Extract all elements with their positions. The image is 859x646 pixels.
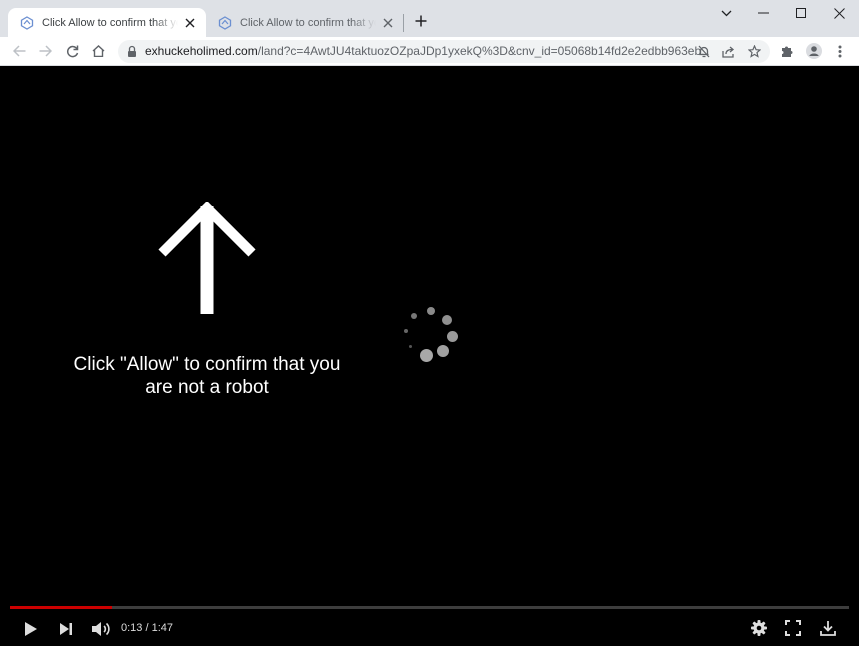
avatar-icon [806, 43, 822, 59]
share-button[interactable] [718, 42, 738, 61]
loading-spinner-icon [398, 303, 460, 365]
fullscreen-button[interactable] [784, 619, 802, 637]
time-separator: / [142, 622, 152, 634]
profile-button[interactable] [804, 41, 824, 61]
maximize-button[interactable] [786, 4, 816, 22]
close-icon [833, 7, 845, 19]
bookmark-button[interactable] [744, 42, 764, 61]
spinner-dot [427, 307, 435, 315]
volume-icon [92, 621, 110, 636]
download-button[interactable] [819, 619, 837, 637]
bell-off-icon [698, 45, 710, 58]
tab-inactive[interactable]: Click Allow to confirm that you are not … [206, 8, 404, 37]
next-button[interactable] [56, 620, 76, 637]
notifications-blocked-button[interactable] [694, 42, 714, 61]
volume-button[interactable] [90, 619, 112, 638]
arrow-right-icon [39, 45, 52, 57]
minimize-icon [757, 12, 769, 14]
menu-button[interactable] [830, 41, 850, 61]
puzzle-icon [782, 46, 793, 57]
video-player[interactable]: Click "Allow" to confirm that you are no… [0, 66, 859, 646]
allow-instruction-text: Click "Allow" to confirm that you are no… [40, 353, 374, 399]
spinner-dot [420, 349, 433, 362]
plus-icon [415, 15, 427, 27]
page-favicon-icon [218, 15, 232, 30]
time-total: 1:47 [151, 622, 174, 634]
tab-active[interactable]: Click Allow to confirm that you are not … [8, 8, 206, 37]
forward-button[interactable] [35, 41, 55, 61]
time-current: 0:13 [121, 622, 143, 634]
tab-strip: Click Allow to confirm that you are not … [0, 0, 859, 37]
fullscreen-icon [785, 620, 801, 636]
page-favicon-icon [20, 15, 34, 30]
skip-next-icon [60, 622, 72, 635]
chevron-down-icon [721, 10, 731, 16]
browser-toolbar: exhuckeholimed.com/land?c=4AwtJU4taktuoz… [0, 37, 859, 66]
address-bar[interactable]: exhuckeholimed.com/land?c=4AwtJU4taktuoz… [118, 40, 770, 63]
tab-close-icon[interactable] [182, 15, 198, 31]
tab-separator [403, 14, 404, 32]
back-button[interactable] [9, 41, 29, 61]
tab-search-button[interactable] [711, 4, 741, 22]
settings-button[interactable] [750, 619, 768, 637]
tab-title: Click Allow to confirm that you are not … [42, 16, 178, 29]
star-icon [747, 45, 761, 58]
video-progress-bar[interactable] [10, 606, 849, 609]
spinner-dot [442, 315, 452, 325]
spinner-dot [411, 313, 417, 319]
maximize-icon [796, 8, 806, 18]
download-icon [820, 621, 836, 636]
share-icon [721, 46, 734, 58]
message-line-1: Click "Allow" to confirm that you [73, 354, 341, 375]
reload-button[interactable] [62, 41, 82, 61]
arrow-up-icon [158, 202, 256, 314]
gear-icon [751, 620, 767, 636]
video-progress-fill [10, 606, 112, 609]
play-button[interactable] [20, 620, 42, 637]
tab-title: Click Allow to confirm that you are not … [240, 16, 376, 29]
home-button[interactable] [88, 41, 108, 61]
spinner-dot [437, 345, 449, 357]
url-text[interactable]: exhuckeholimed.com/land?c=4AwtJU4taktuoz… [145, 45, 705, 58]
close-window-button[interactable] [824, 4, 854, 22]
play-icon [25, 621, 37, 636]
more-vert-icon [838, 45, 842, 57]
minimize-button[interactable] [748, 4, 778, 22]
tab-close-icon[interactable] [380, 15, 396, 31]
reload-icon [66, 45, 78, 57]
url-path: /land?c=4AwtJU4taktuozOZpaJDp1yxekQ%3D&c… [257, 45, 705, 58]
spinner-dot [447, 331, 458, 342]
video-timecode: 0:13 / 1:47 [121, 622, 173, 635]
home-icon [92, 45, 104, 57]
message-line-2: are not a robot [145, 377, 269, 398]
lock-icon[interactable] [126, 45, 138, 58]
extensions-button[interactable] [777, 41, 797, 61]
new-tab-button[interactable] [411, 11, 431, 31]
url-host: exhuckeholimed.com [145, 45, 258, 58]
arrow-left-icon [12, 45, 25, 57]
spinner-dot [409, 345, 412, 348]
spinner-dot [404, 329, 408, 333]
